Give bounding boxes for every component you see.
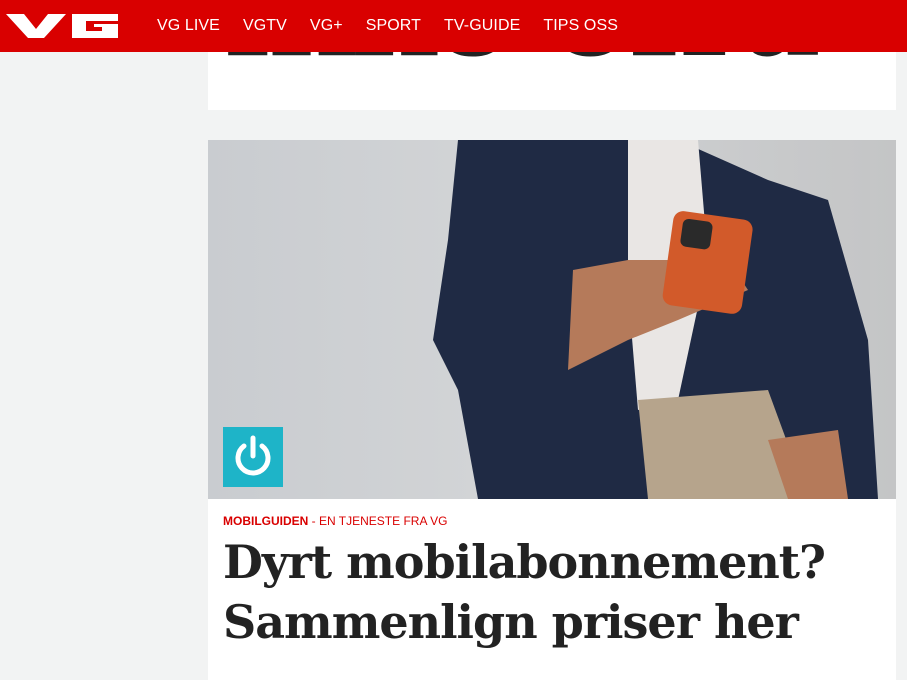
main-nav: VG LIVE VGTV VG+ SPORT TV-GUIDE TIPS OSS: [157, 0, 641, 52]
article-card[interactable]: MOBILGUIDEN - EN TJENESTE FRA VG Dyrt mo…: [208, 140, 896, 680]
mobilguiden-badge: [223, 427, 283, 487]
top-nav-bar: VG LIVE VGTV VG+ SPORT TV-GUIDE TIPS OSS: [0, 0, 907, 52]
power-icon: [235, 435, 271, 476]
nav-vgtv[interactable]: VGTV: [243, 17, 287, 35]
nav-sport[interactable]: SPORT: [366, 17, 421, 35]
article-title[interactable]: Dyrt mobilabonnement? Sammenlign priser …: [223, 532, 883, 652]
nav-tv-guide[interactable]: TV-GUIDE: [444, 17, 520, 35]
vg-logo[interactable]: [6, 14, 118, 38]
article-image: [208, 140, 896, 499]
nav-vg-plus[interactable]: VG+: [310, 17, 343, 35]
nav-vg-live[interactable]: VG LIVE: [157, 17, 220, 35]
nav-tips-oss[interactable]: TIPS OSS: [543, 17, 618, 35]
article-kicker: MOBILGUIDEN - EN TJENESTE FRA VG: [223, 514, 447, 528]
kicker-brand: MOBILGUIDEN: [223, 514, 309, 528]
kicker-text: - EN TJENESTE FRA VG: [308, 514, 448, 528]
